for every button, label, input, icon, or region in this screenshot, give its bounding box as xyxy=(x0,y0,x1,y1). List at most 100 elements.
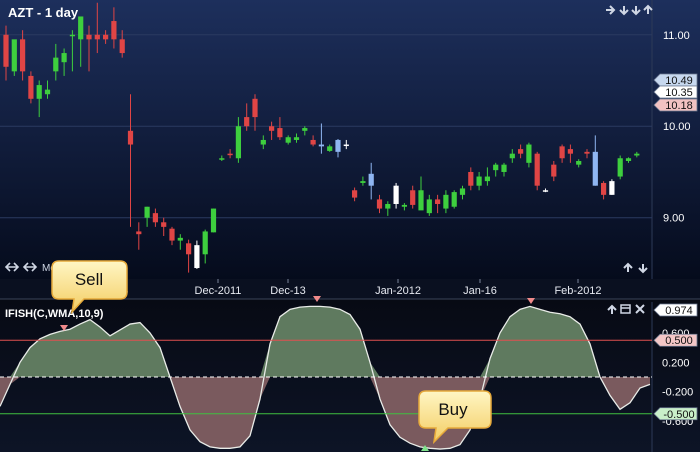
candle xyxy=(451,190,457,209)
candle-body xyxy=(518,149,524,154)
price-tag-text: 10.49 xyxy=(665,75,693,87)
candle-body xyxy=(352,190,358,198)
candle-body xyxy=(269,126,275,131)
candle-body xyxy=(136,231,142,235)
candle-body xyxy=(127,130,134,145)
price-tag-text: 10.18 xyxy=(665,100,693,112)
candle-body xyxy=(119,39,125,54)
ifish-value-tag: -0.500 xyxy=(653,407,698,421)
candle-body xyxy=(501,164,507,172)
ifish-y-tick-label: -0.200 xyxy=(662,387,693,399)
candle-body xyxy=(435,199,441,204)
price-pane-title: AZT - 1 day xyxy=(8,5,79,20)
candle-body xyxy=(86,34,92,40)
candle-body xyxy=(219,158,225,160)
candle-body xyxy=(335,139,341,152)
candle-body xyxy=(53,57,59,72)
price-y-tick-label: 10.00 xyxy=(663,121,691,133)
candle-body xyxy=(592,151,598,186)
ifish-value-tag-text: 0.500 xyxy=(665,335,693,347)
candle-body xyxy=(559,146,565,159)
price-y-tick-label: 11.00 xyxy=(663,30,690,42)
candle-body xyxy=(277,128,283,138)
price-tag-text: 10.35 xyxy=(665,87,693,99)
candle-body xyxy=(310,139,316,145)
candle-body xyxy=(601,182,607,195)
candle-body xyxy=(202,231,208,255)
candle-body xyxy=(343,144,349,147)
candle-body xyxy=(327,146,333,151)
candle-body xyxy=(94,34,100,40)
candle-body xyxy=(318,144,324,147)
x-tick-label: Feb-2012 xyxy=(554,285,601,297)
candle-body xyxy=(393,185,399,204)
candle-body xyxy=(476,176,482,186)
candle xyxy=(617,155,623,180)
candle-body xyxy=(235,126,241,159)
candle-body xyxy=(376,199,383,209)
candle-body xyxy=(493,164,499,171)
ifish-value-tag-text: -0.500 xyxy=(663,409,694,421)
candle-body xyxy=(443,194,449,209)
candle-body xyxy=(186,243,192,255)
candle xyxy=(11,39,17,76)
candle-body xyxy=(542,190,549,192)
candle-body xyxy=(103,34,109,40)
candle-body xyxy=(244,117,250,127)
candle-body xyxy=(144,206,150,218)
candle-body xyxy=(468,171,474,186)
candle-body xyxy=(634,153,640,156)
candle-body xyxy=(451,192,457,207)
candle-body xyxy=(194,245,200,269)
candle-body xyxy=(227,153,233,156)
candle-body xyxy=(410,190,416,205)
candle-body xyxy=(368,173,374,186)
candle-body xyxy=(625,158,632,161)
candle-body xyxy=(426,199,432,214)
candle-body xyxy=(61,53,67,63)
candle-body xyxy=(78,16,84,40)
candle-body xyxy=(3,34,9,67)
ifish-value-tag: 0.500 xyxy=(653,333,698,347)
candle-body xyxy=(617,158,623,177)
candle-body xyxy=(509,153,515,159)
candle-body xyxy=(293,137,300,140)
x-tick-label: Jan-2012 xyxy=(375,285,421,297)
ifish-value-tag: 0.974 xyxy=(653,303,698,317)
candle-body xyxy=(576,160,582,165)
x-tick-label: Jan-16 xyxy=(463,285,497,297)
candle-body xyxy=(152,213,158,223)
candle-body xyxy=(484,176,490,182)
candle-body xyxy=(161,222,167,227)
price-tag: 10.49 xyxy=(653,73,698,87)
candle-body xyxy=(111,21,117,40)
candle-body xyxy=(36,85,42,99)
buy-callout-text: Buy xyxy=(438,400,468,419)
candle xyxy=(609,179,615,195)
candle-body xyxy=(385,203,391,209)
candle-body xyxy=(69,34,75,37)
candle xyxy=(28,71,34,104)
candle-body xyxy=(360,181,366,183)
ifish-value-tag-text: 0.974 xyxy=(665,305,693,317)
ifish-y-tick-label: 0.200 xyxy=(662,357,690,369)
x-tick-label: Dec-13 xyxy=(270,285,305,297)
candle-body xyxy=(534,153,540,186)
candle-body xyxy=(28,75,34,99)
candle-body xyxy=(210,208,217,233)
candle xyxy=(534,151,540,191)
candle-body xyxy=(20,39,26,72)
candle-body xyxy=(285,137,291,143)
chart-canvas: 4Dec-2011Dec-13Jan-2012Jan-16Feb-2012 11… xyxy=(0,0,700,452)
candle-body xyxy=(302,128,308,131)
price-y-tick-label: 9.00 xyxy=(663,213,684,225)
x-tick-label: Dec-2011 xyxy=(195,285,242,297)
candle-body xyxy=(44,89,51,95)
candle-body xyxy=(609,181,615,195)
candle-body xyxy=(169,228,175,241)
price-tag: 10.35 xyxy=(653,85,698,99)
price-tags: 10.4910.3510.18 xyxy=(653,73,698,112)
candle-body xyxy=(418,190,424,211)
candle-body xyxy=(252,98,258,118)
candle-body xyxy=(260,139,266,145)
